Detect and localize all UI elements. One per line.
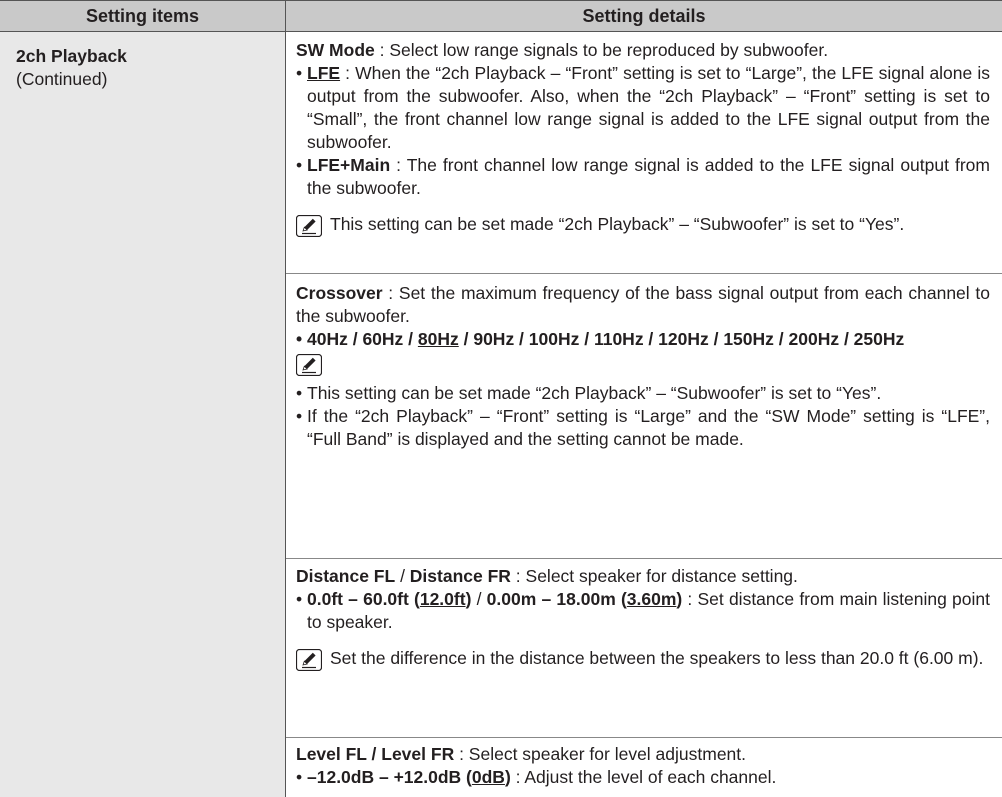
distance-note: Set the difference in the distance betwe…	[296, 647, 990, 670]
level-desc: : Select speaker for level adjustment.	[454, 744, 747, 764]
distance-range: 0.0ft – 60.0ft (12.0ft) / 0.00m – 18.00m…	[296, 588, 990, 634]
pencil-note-icon	[296, 215, 322, 237]
distance-note-text: Set the difference in the distance betwe…	[330, 648, 984, 668]
section-divider	[286, 273, 1002, 274]
crossover-default-option: 80Hz	[417, 329, 459, 349]
sw-mode-title: SW Mode	[296, 40, 375, 60]
crossover-note-2: If the “2ch Playback” – “Front” setting …	[296, 405, 990, 451]
level-default: 0dB	[471, 767, 505, 787]
crossover-note-1: This setting can be set made “2ch Playba…	[296, 382, 990, 405]
distance-range-m: 0.00m – 18.00m (	[486, 589, 627, 609]
lfe-main-text: : The front channel low range signal is …	[307, 155, 990, 198]
crossover-desc: : Set the maximum frequency of the bass …	[296, 283, 990, 326]
distance-range-separator: /	[471, 589, 487, 609]
settings-table: Setting items Setting details 2ch Playba…	[0, 0, 1002, 797]
sw-mode-section: SW Mode : Select low range signals to be…	[286, 39, 1002, 236]
setting-item-title: 2ch Playback	[16, 46, 127, 66]
setting-item-cell: 2ch Playback (Continued)	[0, 32, 285, 797]
sw-mode-note: This setting can be set made “2ch Playba…	[296, 213, 990, 236]
distance-default-m: 3.60m	[626, 589, 677, 609]
lfe-option: LFE : When the “2ch Playback – “Front” s…	[296, 62, 990, 154]
header-setting-details: Setting details	[582, 6, 706, 26]
section-divider	[286, 737, 1002, 738]
level-range: –12.0dB – +12.0dB (0dB) : Adjust the lev…	[296, 766, 990, 789]
level-section: Level FL / Level FR : Select speaker for…	[286, 743, 1002, 789]
lfe-text: : When the “2ch Playback – “Front” setti…	[307, 63, 990, 152]
pencil-note-icon	[296, 649, 322, 671]
crossover-options: 40Hz / 60Hz / 80Hz / 90Hz / 100Hz / 110H…	[296, 328, 990, 351]
level-range-value: –12.0dB – +12.0dB (	[307, 767, 472, 787]
crossover-section: Crossover : Set the maximum frequency of…	[286, 282, 1002, 451]
sw-mode-desc: : Select low range signals to be reprodu…	[374, 40, 829, 60]
pencil-note-icon	[296, 354, 322, 376]
lfe-main-label: LFE+Main	[307, 155, 391, 175]
lfe-main-option: LFE+Main : The front channel low range s…	[296, 154, 990, 200]
distance-desc: : Select speaker for distance setting.	[510, 566, 798, 586]
crossover-options-pre: 40Hz / 60Hz /	[307, 329, 418, 349]
distance-default-ft: 12.0ft	[419, 589, 466, 609]
table-header: Setting items Setting details	[0, 0, 1002, 32]
distance-fl-title: Distance FL	[296, 566, 396, 586]
level-title: Level FL / Level FR	[296, 744, 455, 764]
distance-fr-title: Distance FR	[409, 566, 511, 586]
distance-section: Distance FL / Distance FR : Select speak…	[286, 565, 1002, 670]
distance-range-ft: 0.0ft – 60.0ft (	[307, 589, 420, 609]
crossover-options-post: / 90Hz / 100Hz / 110Hz / 120Hz / 150Hz /…	[458, 329, 905, 349]
lfe-label: LFE	[307, 63, 341, 83]
distance-slash: /	[395, 566, 410, 586]
level-range-text: : Adjust the level of each channel.	[510, 767, 777, 787]
section-divider	[286, 558, 1002, 559]
header-setting-items: Setting items	[85, 6, 200, 26]
setting-item-subtitle: (Continued)	[16, 69, 108, 89]
crossover-title: Crossover	[296, 283, 383, 303]
sw-mode-note-text: This setting can be set made “2ch Playba…	[330, 214, 905, 234]
